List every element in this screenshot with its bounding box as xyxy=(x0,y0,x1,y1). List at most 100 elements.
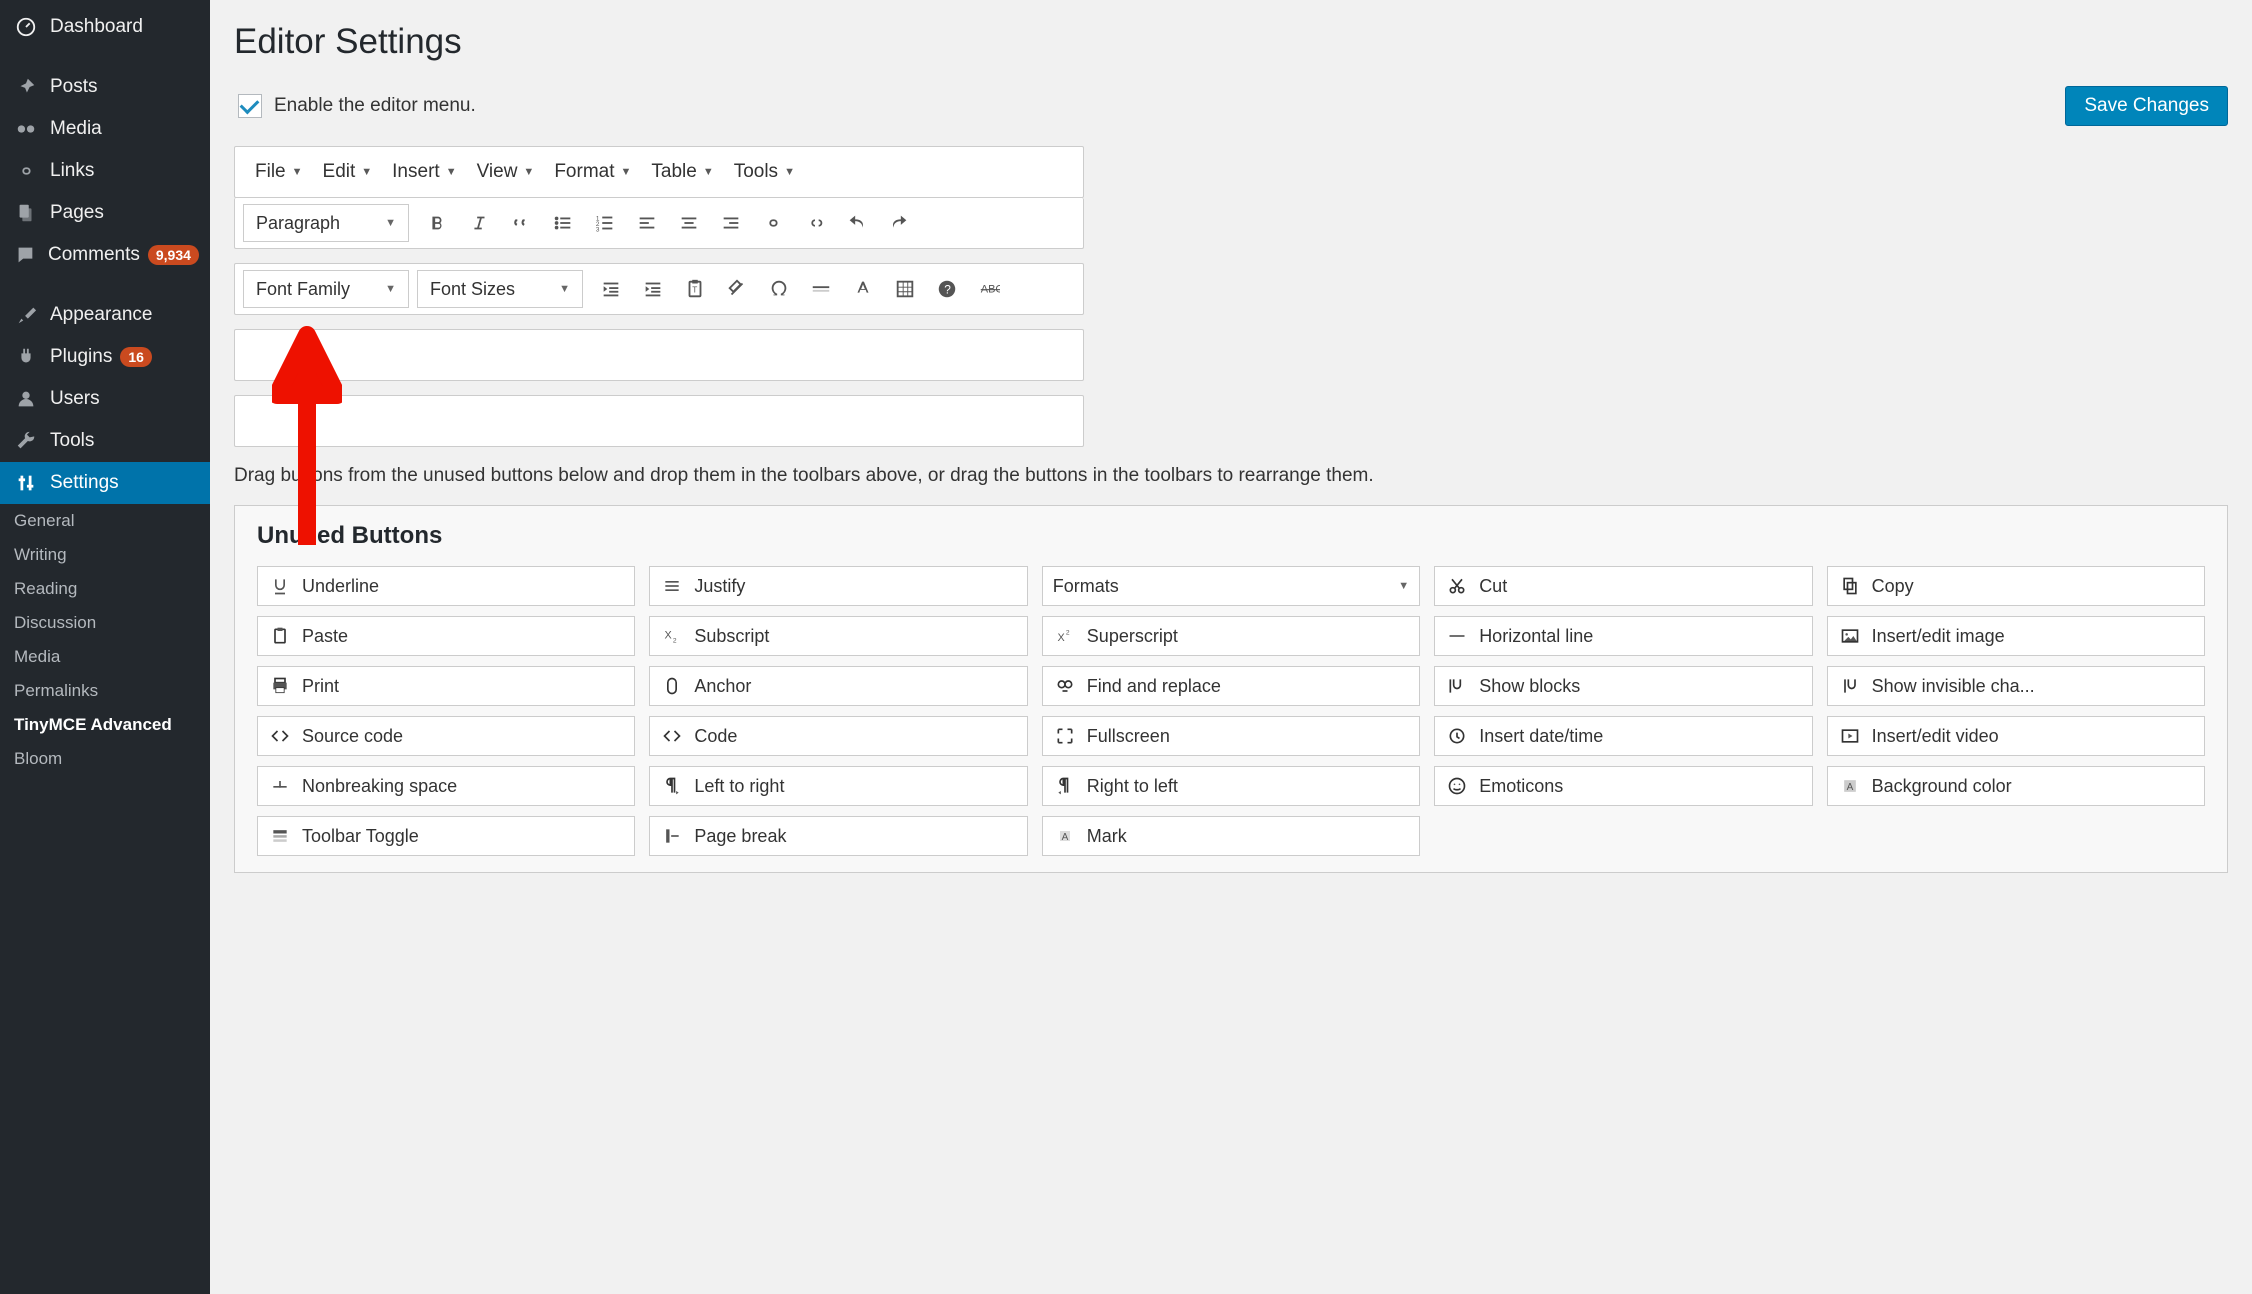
table-button[interactable] xyxy=(885,269,925,309)
unused-underline-button[interactable]: Underline xyxy=(257,566,635,606)
sidebar-item-links[interactable]: Links xyxy=(0,150,210,192)
unused-source-button[interactable]: Source code xyxy=(257,716,635,756)
menu-format[interactable]: Format▼ xyxy=(544,155,641,189)
sidebar-item-settings[interactable]: Settings xyxy=(0,462,210,504)
textcolor-button[interactable] xyxy=(843,269,883,309)
sidebar-item-users[interactable]: Users xyxy=(0,378,210,420)
chevron-down-icon: ▼ xyxy=(385,283,396,295)
chevron-down-icon: ▼ xyxy=(361,166,372,178)
menu-table[interactable]: Table▼ xyxy=(641,155,723,189)
editor-toolbar-3-drop[interactable] xyxy=(234,329,1084,381)
sidebar-item-plugins[interactable]: Plugins16 xyxy=(0,336,210,378)
unused-anchor-button[interactable]: Anchor xyxy=(649,666,1027,706)
unused-hr-button[interactable]: Horizontal line xyxy=(1434,616,1812,656)
menu-file[interactable]: File▼ xyxy=(245,155,313,189)
unused-invisible-button[interactable]: Show invisible cha... xyxy=(1827,666,2205,706)
chevron-down-icon: ▼ xyxy=(784,166,795,178)
sidebar-sub-reading[interactable]: Reading xyxy=(0,572,210,606)
sidebar-sub-general[interactable]: General xyxy=(0,504,210,538)
menu-insert[interactable]: Insert▼ xyxy=(382,155,466,189)
superscript-icon xyxy=(1053,624,1077,648)
sidebar-item-appearance[interactable]: Appearance xyxy=(0,294,210,336)
unused-nbsp-button[interactable]: Nonbreaking space xyxy=(257,766,635,806)
undo-button[interactable] xyxy=(837,203,877,243)
unused-justify-button[interactable]: Justify xyxy=(649,566,1027,606)
unused-copy-button[interactable]: Copy xyxy=(1827,566,2205,606)
hr-button[interactable] xyxy=(801,269,841,309)
align-left-button[interactable] xyxy=(627,203,667,243)
align-right-button[interactable] xyxy=(711,203,751,243)
unused-rtl-button[interactable]: Right to left xyxy=(1042,766,1420,806)
unused-toolbar-button[interactable]: Toolbar Toggle xyxy=(257,816,635,856)
font-sizes-select[interactable]: Font Sizes▼ xyxy=(417,270,583,308)
unused-bgcolor-button[interactable]: Background color xyxy=(1827,766,2205,806)
chevron-down-icon: ▼ xyxy=(1398,580,1409,592)
unused-video-button[interactable]: Insert/edit video xyxy=(1827,716,2205,756)
enable-menu-label[interactable]: Enable the editor menu. xyxy=(234,91,476,121)
unused-button-label: Insert/edit video xyxy=(1872,726,1999,747)
sidebar-sub-writing[interactable]: Writing xyxy=(0,538,210,572)
unused-find-button[interactable]: Find and replace xyxy=(1042,666,1420,706)
sidebar-sub-permalinks[interactable]: Permalinks xyxy=(0,674,210,708)
omega-icon xyxy=(768,278,790,300)
sidebar-item-posts[interactable]: Posts xyxy=(0,66,210,108)
indent-button[interactable] xyxy=(633,269,673,309)
font-family-select[interactable]: Font Family▼ xyxy=(243,270,409,308)
outdent-button[interactable] xyxy=(591,269,631,309)
sidebar-item-pages[interactable]: Pages xyxy=(0,192,210,234)
unused-superscript-button[interactable]: Superscript xyxy=(1042,616,1420,656)
quote-button[interactable] xyxy=(501,203,541,243)
sidebar-sub-media[interactable]: Media xyxy=(0,640,210,674)
sidebar-sub-discussion[interactable]: Discussion xyxy=(0,606,210,640)
sidebar-item-media[interactable]: Media xyxy=(0,108,210,150)
unused-cut-button[interactable]: Cut xyxy=(1434,566,1812,606)
editor-toolbar-4-drop[interactable] xyxy=(234,395,1084,447)
sidebar-sub-tinymce-advanced[interactable]: TinyMCE Advanced xyxy=(0,708,210,742)
hr-icon xyxy=(810,278,832,300)
sidebar-sub-bloom[interactable]: Bloom xyxy=(0,742,210,776)
chevron-down-icon: ▼ xyxy=(446,166,457,178)
unused-paste-button[interactable]: Paste xyxy=(257,616,635,656)
unused-button-label: Copy xyxy=(1872,576,1914,597)
paste-text-button[interactable] xyxy=(675,269,715,309)
menu-tools[interactable]: Tools▼ xyxy=(724,155,805,189)
menu-edit[interactable]: Edit▼ xyxy=(313,155,383,189)
unused-mark-button[interactable]: Mark xyxy=(1042,816,1420,856)
unused-button-label: Superscript xyxy=(1087,626,1178,647)
sidebar-item-comments[interactable]: Comments9,934 xyxy=(0,234,210,276)
sidebar-item-dashboard[interactable]: Dashboard xyxy=(0,6,210,48)
unused-print-button[interactable]: Print xyxy=(257,666,635,706)
strike-button[interactable] xyxy=(969,269,1009,309)
unused-formats-button[interactable]: Formats▼ xyxy=(1042,566,1420,606)
comment-icon xyxy=(14,244,36,266)
sidebar-item-tools[interactable]: Tools xyxy=(0,420,210,462)
unused-image-button[interactable]: Insert/edit image xyxy=(1827,616,2205,656)
unused-code-button[interactable]: Code xyxy=(649,716,1027,756)
unused-emoticons-button[interactable]: Emoticons xyxy=(1434,766,1812,806)
paragraph-select[interactable]: Paragraph▼ xyxy=(243,204,409,242)
sidebar-badge: 16 xyxy=(120,347,152,367)
bold-button[interactable] xyxy=(417,203,457,243)
redo-button[interactable] xyxy=(879,203,919,243)
clear-button[interactable] xyxy=(717,269,757,309)
ol-button[interactable] xyxy=(585,203,625,243)
link-button[interactable] xyxy=(753,203,793,243)
enable-menu-checkbox[interactable] xyxy=(238,94,262,118)
unused-ltr-button[interactable]: Left to right xyxy=(649,766,1027,806)
align-center-button[interactable] xyxy=(669,203,709,243)
menu-view[interactable]: View▼ xyxy=(467,155,545,189)
italic-button[interactable] xyxy=(459,203,499,243)
unlink-button[interactable] xyxy=(795,203,835,243)
align-center-icon xyxy=(678,212,700,234)
video-icon xyxy=(1838,724,1862,748)
ul-button[interactable] xyxy=(543,203,583,243)
unused-datetime-button[interactable]: Insert date/time xyxy=(1434,716,1812,756)
help-button[interactable] xyxy=(927,269,967,309)
unused-pagebreak-button[interactable]: Page break xyxy=(649,816,1027,856)
unused-subscript-button[interactable]: Subscript xyxy=(649,616,1027,656)
save-button[interactable]: Save Changes xyxy=(2065,86,2228,126)
unused-blocks-button[interactable]: Show blocks xyxy=(1434,666,1812,706)
omega-button[interactable] xyxy=(759,269,799,309)
unused-fullscreen-button[interactable]: Fullscreen xyxy=(1042,716,1420,756)
unused-button-label: Cut xyxy=(1479,576,1507,597)
